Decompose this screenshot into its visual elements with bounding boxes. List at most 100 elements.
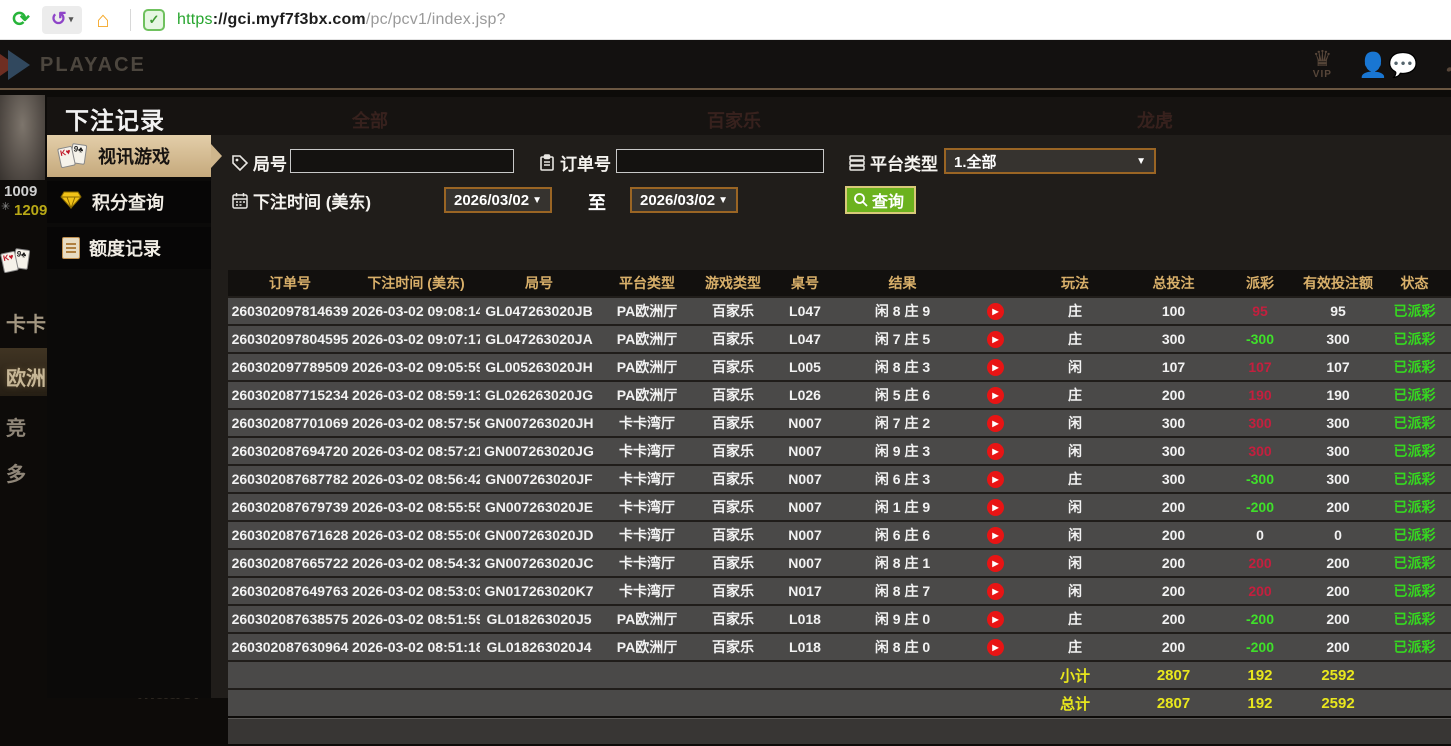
vip-button[interactable]: ♛ VIP [1313,48,1333,80]
cell-result: 闲 8 庄 9 [840,301,965,321]
col-header-total-bet: 总投注 [1125,273,1222,293]
cell-platform: PA欧洲厅 [598,609,696,629]
menu-item-quota-records[interactable]: 额度记录 [47,227,211,269]
subtotal-row: 小计 2807 192 2592 [228,662,1451,688]
undo-dropdown-icon[interactable]: ▾ [69,14,74,25]
replay-play-button[interactable]: ▶ [987,639,1004,656]
site-security-shield-icon[interactable]: ✓ [143,9,165,31]
playace-logo-text: PLAYACE [40,54,146,77]
cell-bet-time: 2026-03-02 08:51:59 [352,611,480,627]
replay-play-button[interactable]: ▶ [987,303,1004,320]
replay-play-button[interactable]: ▶ [987,583,1004,600]
table-row: 260302087671628 2026-03-02 08:55:06 GN00… [228,522,1451,548]
cell-play: 庄 [1025,385,1125,405]
table-row: 260302087701069 2026-03-02 08:57:56 GN00… [228,410,1451,436]
cell-round: GN017263020K7 [480,583,598,599]
cell-total-bet: 200 [1125,387,1222,403]
date-from-select[interactable]: 2026/03/02 ▼ [444,187,552,213]
gem-icon [59,191,83,214]
cell-order-id: 260302087649763 [228,583,352,599]
cell-result: 闲 8 庄 1 [840,553,965,573]
balance-primary: 1009 [4,183,37,200]
search-button[interactable]: 查询 [845,186,916,214]
rail-item-duo[interactable]: 多 [6,458,26,487]
cell-platform: PA欧洲厅 [598,385,696,405]
cell-bet-time: 2026-03-02 08:57:56 [352,415,480,431]
cell-order-id: 260302087701069 [228,415,352,431]
replay-play-button[interactable]: ▶ [987,555,1004,572]
address-bar[interactable]: https://gci.myf7f3bx.com/pc/pcv1/index.j… [177,11,506,29]
cell-bet-time: 2026-03-02 09:08:14 [352,303,480,319]
cell-game-type: 百家乐 [696,441,770,461]
rail-item-europe-hall[interactable]: 欧洲 [6,362,46,391]
replay-play-button[interactable]: ▶ [987,331,1004,348]
cell-status: 已派彩 [1378,329,1451,349]
cell-valid-bet: 300 [1298,415,1378,431]
cell-valid-bet: 200 [1298,611,1378,627]
undo-button[interactable]: ↺▾ [42,6,82,34]
replay-play-button[interactable]: ▶ [987,499,1004,516]
search-icon [853,192,869,208]
cell-table: L005 [770,359,840,375]
cell-platform: 卡卡湾厅 [598,525,696,545]
cell-table: N007 [770,471,840,487]
background-left-rail: ✳ 1009 1209 K♥9♣ 卡卡 欧洲 竞 多 [0,90,47,698]
replay-play-button[interactable]: ▶ [987,443,1004,460]
home-icon[interactable]: ⌂ [90,7,116,33]
subtotal-valid-bet: 2592 [1298,667,1378,684]
col-header-result: 结果 [840,273,965,293]
cell-result: 闲 6 庄 3 [840,469,965,489]
date-to-select[interactable]: 2026/03/02 ▼ [630,187,738,213]
order-number-input[interactable] [616,149,824,173]
menu-item-points-query[interactable]: 积分查询 [47,181,211,223]
cell-order-id: 260302097789509 [228,359,352,375]
replay-play-button[interactable]: ▶ [987,359,1004,376]
ghost-tab-dragon-tiger: 龙虎 [1137,107,1173,133]
cell-table: L047 [770,303,840,319]
replay-play-button[interactable]: ▶ [987,527,1004,544]
reload-icon[interactable]: ⟳ [8,7,34,33]
round-number-label: 局号 [253,150,287,175]
total-valid-bet: 2592 [1298,695,1378,712]
round-number-input[interactable] [290,149,514,173]
records-content: 局号 订单号 平台类型 1.全部 ▼ 下注时间 (美东) 20 [211,135,1451,698]
replay-play-button[interactable]: ▶ [987,387,1004,404]
rail-item-jing[interactable]: 竞 [6,412,26,441]
url-path: /pc/pcv1/index.jsp? [366,11,506,28]
ghost-tab-baccarat: 百家乐 [707,107,761,133]
cell-payout: 107 [1222,359,1298,375]
cell-game-type: 百家乐 [696,497,770,517]
menu-item-video-games[interactable]: K♥9♣ 视讯游戏 [47,135,211,177]
cell-round: GL018263020J4 [480,639,598,655]
col-header-status: 状态 [1378,273,1451,293]
replay-play-button[interactable]: ▶ [987,415,1004,432]
cell-status: 已派彩 [1378,525,1451,545]
subtotal-total-bet: 2807 [1125,667,1222,684]
cell-payout: 200 [1222,583,1298,599]
music-note-icon[interactable]: ♪ [1444,46,1451,80]
cell-status: 已派彩 [1378,497,1451,517]
cell-bet-time: 2026-03-02 08:55:06 [352,527,480,543]
betting-records-panel: 下注记录 全部 百家乐 龙虎 Aimee 总人数: 极速百家乐 Madel 咪 … [47,97,1451,698]
replay-play-button[interactable]: ▶ [987,471,1004,488]
table-row: 260302087679739 2026-03-02 08:55:55 GN00… [228,494,1451,520]
customer-service-icon[interactable]: 👤💬 [1358,51,1418,80]
cell-status: 已派彩 [1378,637,1451,657]
cell-payout: 200 [1222,555,1298,571]
search-button-label: 查询 [872,188,904,212]
replay-play-button[interactable]: ▶ [987,611,1004,628]
cell-payout: -200 [1222,499,1298,515]
cell-total-bet: 200 [1125,611,1222,627]
rail-item-kaka-hall[interactable]: 卡卡 [6,308,46,337]
cell-status: 已派彩 [1378,553,1451,573]
cell-play: 闲 [1025,441,1125,461]
cell-result: 闲 7 庄 2 [840,413,965,433]
cell-play: 庄 [1025,469,1125,489]
cell-play: 庄 [1025,301,1125,321]
platform-type-select[interactable]: 1.全部 ▼ [944,148,1156,174]
cell-valid-bet: 200 [1298,499,1378,515]
cell-table: L018 [770,639,840,655]
chevron-down-icon: ▼ [718,195,728,206]
cell-game-type: 百家乐 [696,609,770,629]
cell-status: 已派彩 [1378,609,1451,629]
